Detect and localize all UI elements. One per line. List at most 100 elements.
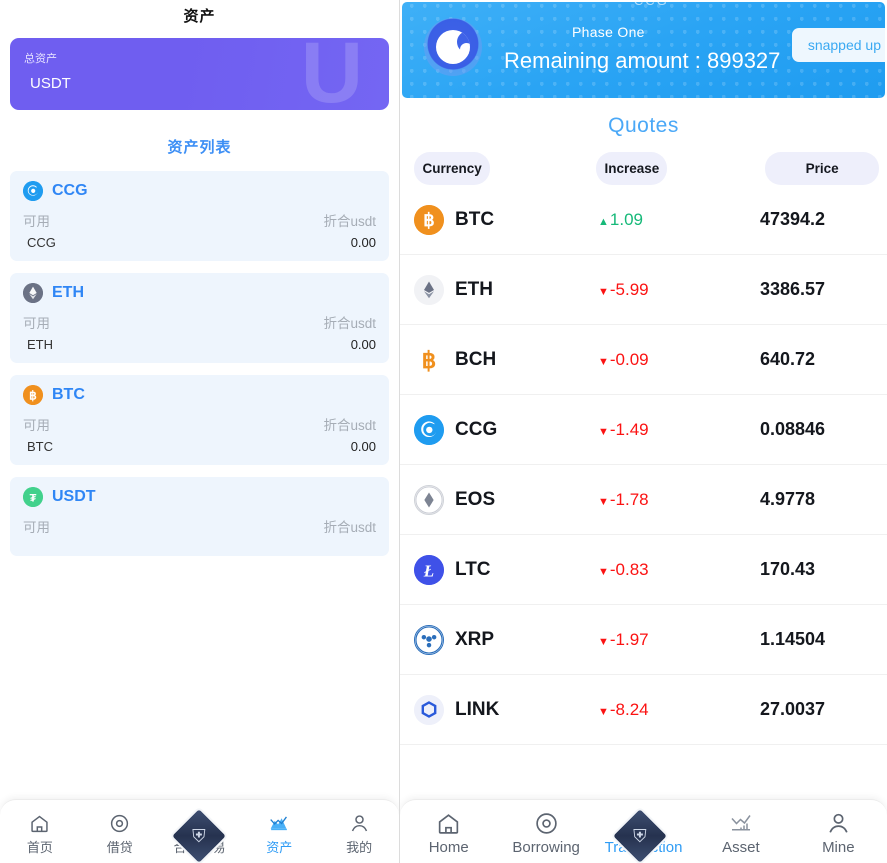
- column-header-currency[interactable]: Currency: [414, 152, 491, 185]
- row-symbol: EOS: [455, 488, 496, 510]
- table-row[interactable]: EOS ▼-1.78 4.9778: [400, 465, 887, 535]
- xrp-icon: [414, 624, 444, 655]
- asset-card-labels: 可用 折合usdt: [23, 210, 376, 230]
- app-screen: 资产 U 总资产 USDT 资产列表 CCG 可用 折合usdt CCG 0.0…: [0, 0, 887, 863]
- arrow-down-icon: ▼: [598, 565, 609, 578]
- row-symbol: ETH: [455, 278, 493, 300]
- asset-card-header: ETH: [23, 283, 376, 303]
- arrow-down-icon: ▼: [598, 425, 609, 438]
- column-header-increase[interactable]: Increase: [596, 152, 668, 185]
- row-currency: EOS: [408, 484, 598, 515]
- row-price: 4.9778: [760, 489, 816, 509]
- list-item[interactable]: ETH 可用 折合usdt ETH 0.00: [10, 273, 389, 363]
- table-row[interactable]: Ł LTC ▼-0.83 170.43: [400, 535, 887, 605]
- list-item[interactable]: CCG 可用 折合usdt CCG 0.00: [10, 171, 389, 261]
- table-row[interactable]: LINK ▼-8.24 27.0037: [400, 675, 887, 745]
- asset-chart-icon: [268, 812, 290, 834]
- arrow-down-icon: ▼: [598, 705, 609, 718]
- row-symbol: XRP: [455, 628, 495, 650]
- row-symbol: LINK: [455, 698, 500, 720]
- nav-label: Home: [428, 839, 469, 856]
- row-currency: ฿ BTC: [408, 204, 598, 235]
- row-change: ▼-1.78: [598, 490, 694, 510]
- arrow-down-icon: ▼: [598, 635, 609, 648]
- row-currency: LINK: [408, 694, 598, 725]
- nav-item-asset[interactable]: 资产: [239, 812, 319, 856]
- row-currency: XRP: [408, 624, 598, 655]
- nav-item-asset[interactable]: Asset: [692, 810, 789, 856]
- promo-banner[interactable]: CCG Phase One Remaining amount : 899327 …: [402, 2, 885, 98]
- asset-card-values: CCG 0.00: [23, 235, 376, 250]
- list-item[interactable]: ₮ USDT 可用 折合usdt: [10, 477, 389, 556]
- svg-text:฿: ฿: [422, 348, 437, 373]
- asset-value: 0.00: [350, 439, 376, 454]
- home-icon: [436, 810, 462, 836]
- table-row[interactable]: ฿ BCH ▼-0.09 640.72: [400, 325, 887, 395]
- row-currency: ฿ BCH: [408, 345, 598, 375]
- row-symbol: CCG: [455, 418, 498, 440]
- borrowing-icon: [109, 812, 131, 834]
- total-assets-label: 总资产: [24, 53, 57, 65]
- nav-item-borrowing[interactable]: Borrowing: [497, 810, 594, 856]
- row-price: 3386.57: [760, 279, 826, 299]
- row-currency: ETH: [408, 274, 598, 305]
- nav-item-mine[interactable]: Mine: [790, 810, 887, 856]
- asset-symbol: CCG: [52, 182, 88, 199]
- row-price: 0.08846: [760, 419, 826, 439]
- eth-icon: [414, 274, 444, 305]
- table-row[interactable]: XRP ▼-1.97 1.14504: [400, 605, 887, 675]
- nav-label: Asset: [722, 839, 760, 856]
- row-change: ▼-1.97: [598, 630, 694, 650]
- ccg-icon: [414, 414, 444, 445]
- asset-key: CCG: [27, 235, 56, 250]
- asset-symbol: BTC: [52, 386, 85, 403]
- total-assets-card[interactable]: U 总资产 USDT: [10, 38, 389, 110]
- nav-label: 借贷: [106, 840, 133, 855]
- row-price: 640.72: [760, 349, 816, 369]
- nav-item-borrowing[interactable]: 借贷: [80, 812, 160, 856]
- asset-symbol: ETH: [52, 284, 84, 301]
- asset-card-values: BTC 0.00: [23, 439, 376, 454]
- borrowing-icon: [533, 810, 559, 836]
- column-header-price[interactable]: Price: [765, 152, 879, 185]
- ltc-icon: Ł: [414, 554, 444, 585]
- gem-emblem-icon: ⛨: [633, 826, 647, 846]
- row-change: ▲1.09: [598, 210, 694, 230]
- row-symbol: BCH: [455, 348, 497, 370]
- arrow-down-icon: ▼: [598, 495, 609, 508]
- asset-chart-icon: [728, 810, 754, 836]
- svg-text:₮: ₮: [30, 492, 37, 504]
- bch-icon: ฿: [414, 345, 444, 375]
- row-price: 170.43: [760, 559, 816, 579]
- row-change: ▼-5.99: [598, 280, 694, 300]
- row-change-value: 1.09: [609, 209, 643, 229]
- list-item[interactable]: ฿ BTC 可用 折合usdt BTC 0.00: [10, 375, 389, 465]
- arrow-up-icon: ▲: [598, 215, 609, 228]
- row-change-value: -1.49: [609, 419, 649, 439]
- page-title: 资产: [183, 7, 216, 25]
- row-change-value: -0.83: [609, 559, 649, 579]
- banner-remaining-amount: Remaining amount : 899327: [504, 48, 781, 73]
- row-price: 27.0037: [760, 699, 826, 719]
- row-price: 1.14504: [760, 629, 826, 649]
- table-row[interactable]: CCG ▼-1.49 0.08846: [400, 395, 887, 465]
- nav-item-mine[interactable]: 我的: [319, 812, 399, 856]
- table-row[interactable]: ETH ▼-5.99 3386.57: [400, 255, 887, 325]
- person-icon: [825, 810, 851, 836]
- nav-item-home[interactable]: 首页: [0, 812, 80, 856]
- table-row[interactable]: ฿ BTC ▲1.09 47394.2: [400, 185, 887, 255]
- nav-item-home[interactable]: Home: [400, 810, 497, 856]
- nav-label: 首页: [26, 840, 53, 855]
- row-change: ▼-0.83: [598, 560, 694, 580]
- svg-text:฿: ฿: [29, 389, 37, 403]
- total-assets-value: USDT: [30, 75, 71, 92]
- asset-list-heading: 资产列表: [167, 139, 232, 156]
- nav-label: Mine: [822, 839, 855, 856]
- asset-card-header: ₮ USDT: [23, 487, 376, 507]
- btc-icon: ฿: [414, 204, 444, 235]
- snapped-up-button[interactable]: snapped up: [791, 28, 885, 62]
- asset-list: CCG 可用 折合usdt CCG 0.00 ETH 可用 折合usdt ETH…: [0, 171, 399, 556]
- asset-symbol: USDT: [52, 488, 96, 505]
- asset-card-labels: 可用 折合usdt: [23, 516, 376, 536]
- row-price: 47394.2: [760, 209, 826, 229]
